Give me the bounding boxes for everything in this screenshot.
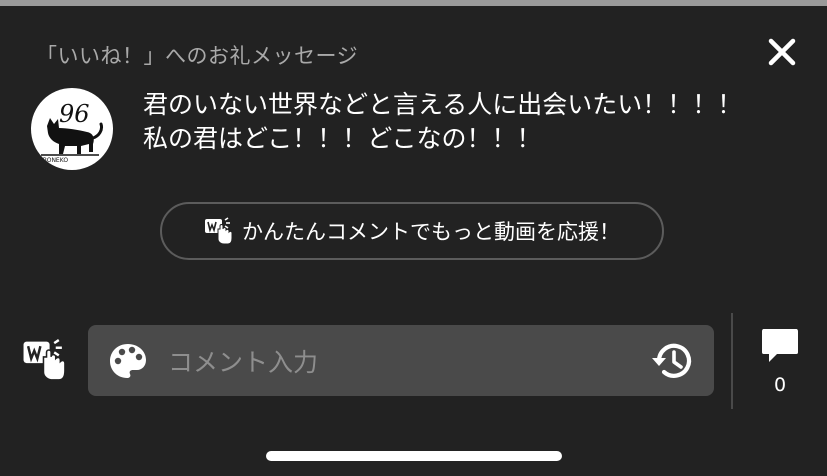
easy-comment-label: かんたんコメントでもっと動画を応援！ xyxy=(242,220,620,244)
avatar-caption: KIBONEKO xyxy=(37,157,68,164)
easy-comment-button[interactable]: かんたんコメントでもっと動画を応援！ xyxy=(160,202,664,260)
palette-icon[interactable] xyxy=(108,341,148,381)
close-icon xyxy=(768,38,796,66)
comment-count: 0 xyxy=(773,374,787,396)
divider xyxy=(731,313,733,409)
close-button[interactable] xyxy=(764,34,800,70)
message-line: 君のいない世界などと言える人に出会いたい！！！！ xyxy=(143,90,743,119)
comment-list-button[interactable]: 0 xyxy=(757,328,803,402)
easy-comment-toggle[interactable] xyxy=(22,337,68,383)
home-indicator[interactable] xyxy=(266,451,562,461)
message-line: 私の君はどこ！！！どこなの！！！ xyxy=(143,124,542,153)
panel-title: 「いいね！」へのお礼メッセージ xyxy=(36,44,359,68)
easy-comment-icon xyxy=(23,339,66,381)
avatar[interactable]: 96 KIBONEKO xyxy=(31,88,113,170)
easy-comment-icon xyxy=(205,217,233,245)
top-edge xyxy=(0,0,827,6)
avatar-number: 96 xyxy=(59,100,90,128)
comment-input-placeholder: コメント入力 xyxy=(168,348,319,377)
history-icon[interactable] xyxy=(650,338,696,384)
comment-input[interactable]: コメント入力 xyxy=(88,325,714,396)
thanks-message: 君のいない世界などと言える人に出会いたい！！！！ 私の君はどこ！！！どこなの！！… xyxy=(143,88,803,156)
comment-bubble-icon xyxy=(762,329,798,362)
